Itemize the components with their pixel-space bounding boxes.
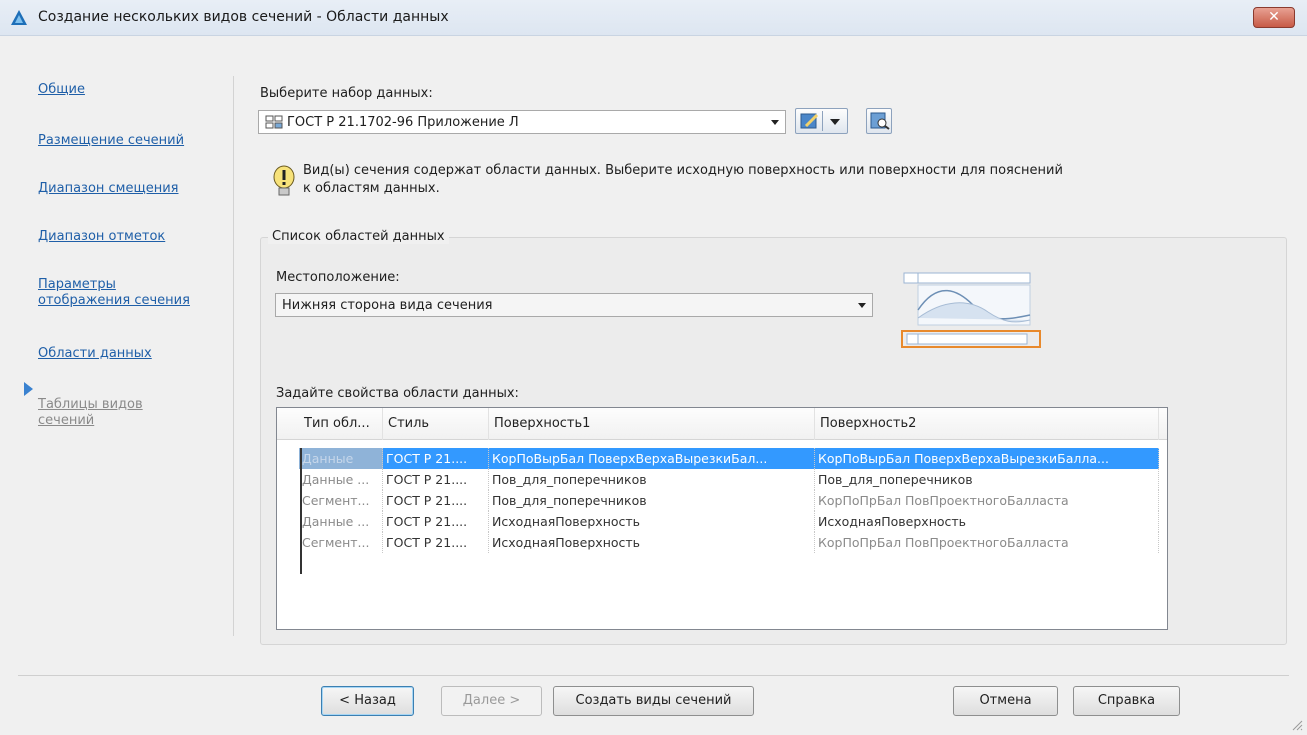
location-value: Нижняя сторона вида сечения: [282, 297, 493, 313]
nav-item-display-options-line1[interactable]: Параметры: [38, 276, 116, 293]
cell-style[interactable]: ГОСТ Р 21....: [383, 511, 489, 532]
cell-surface2[interactable]: ИсходнаяПоверхность: [815, 511, 1159, 532]
cell-type: Сегмент...: [299, 490, 383, 511]
civil3d-app-icon: [11, 10, 27, 25]
cell-surface1[interactable]: КорПоВырБал ПоверхВерхаВырезкиБал...: [489, 448, 815, 469]
chevron-down-icon: [858, 303, 866, 308]
info-text-line1: Вид(ы) сечения содержат области данных. …: [303, 163, 1063, 178]
table-row[interactable]: Данные ... ГОСТ Р 21.... Пов_для_попереч…: [277, 469, 1167, 490]
dialog-window: Создание нескольких видов сечений - Обла…: [0, 0, 1307, 735]
nav-divider: [233, 76, 234, 636]
cell-surface1[interactable]: Пов_для_поперечников: [489, 469, 815, 490]
chevron-down-icon: [771, 120, 779, 125]
dataset-value: ГОСТ Р 21.1702-96 Приложение Л: [287, 114, 519, 130]
create-section-views-button[interactable]: Создать виды сечений: [553, 686, 754, 716]
column-header-style[interactable]: Стиль: [383, 408, 489, 440]
location-label: Местоположение:: [276, 270, 400, 285]
column-header-type[interactable]: Тип обл...: [299, 408, 383, 440]
back-button[interactable]: < Назад: [321, 686, 414, 716]
table-row[interactable]: Данные ГОСТ Р 21.... КорПоВырБал ПоверхВ…: [277, 448, 1167, 469]
cell-style[interactable]: ГОСТ Р 21....: [383, 469, 489, 490]
cell-surface1[interactable]: ИсходнаяПоверхность: [489, 532, 815, 553]
nav-item-general[interactable]: Общие: [38, 81, 85, 98]
bottom-divider: [18, 675, 1289, 676]
dataset-icon: [265, 115, 283, 129]
cell-surface2[interactable]: КорПоПрБал ПовПроектногоБалласта: [815, 532, 1159, 553]
table-header: Тип обл... Стиль Поверхность1 Поверхност…: [277, 408, 1167, 440]
nav-item-elevation-range[interactable]: Диапазон отметок: [38, 228, 165, 245]
column-header-surface2[interactable]: Поверхность2: [815, 408, 1159, 440]
column-header-surface1[interactable]: Поверхность1: [489, 408, 815, 440]
close-button[interactable]: ✕: [1253, 7, 1295, 28]
row-marker: [300, 448, 302, 574]
location-select[interactable]: Нижняя сторона вида сечения: [275, 293, 873, 317]
current-step-arrow-icon: [24, 382, 33, 396]
table-body: Данные ГОСТ Р 21.... КорПоВырБал ПоверхВ…: [277, 448, 1167, 553]
cell-surface2[interactable]: КорПоПрБал ПовПроектногоБалласта: [815, 490, 1159, 511]
info-text-line2: к областям данных.: [303, 181, 440, 196]
cell-surface1[interactable]: ИсходнаяПоверхность: [489, 511, 815, 532]
band-properties-label: Задайте свойства области данных:: [276, 386, 519, 401]
cell-style[interactable]: ГОСТ Р 21....: [383, 532, 489, 553]
data-bands-table[interactable]: Тип обл... Стиль Поверхность1 Поверхност…: [276, 407, 1168, 630]
cancel-button[interactable]: Отмена: [953, 686, 1058, 716]
resize-grip-icon[interactable]: [1291, 719, 1303, 731]
cell-type: Данные: [299, 448, 383, 469]
nav-item-data-bands[interactable]: Области данных: [38, 345, 152, 362]
nav-item-section-tables-line1: Таблицы видов: [38, 397, 143, 412]
table-row[interactable]: Данные ... ГОСТ Р 21.... ИсходнаяПоверхн…: [277, 511, 1167, 532]
group-title: Список областей данных: [268, 229, 449, 244]
cell-style[interactable]: ГОСТ Р 21....: [383, 448, 489, 469]
cell-type: Сегмент...: [299, 532, 383, 553]
nav-item-offset-range[interactable]: Диапазон смещения: [38, 180, 179, 197]
cell-type: Данные ...: [299, 469, 383, 490]
title-bar: Создание нескольких видов сечений - Обла…: [0, 0, 1307, 36]
chevron-down-icon: [830, 119, 840, 125]
table-row[interactable]: Сегмент... ГОСТ Р 21.... ИсходнаяПоверхн…: [277, 532, 1167, 553]
nav-item-section-placement[interactable]: Размещение сечений: [38, 132, 184, 149]
nav-item-display-options-line2[interactable]: отображения сечения: [38, 292, 190, 309]
window-title: Создание нескольких видов сечений - Обла…: [38, 9, 449, 25]
next-button[interactable]: Далее >: [441, 686, 542, 716]
preview-dataset-button[interactable]: [866, 108, 892, 134]
cell-style[interactable]: ГОСТ Р 21....: [383, 490, 489, 511]
table-row[interactable]: Сегмент... ГОСТ Р 21.... Пов_для_попереч…: [277, 490, 1167, 511]
nav-item-section-tables-line2: сечений: [38, 413, 95, 428]
edit-dataset-button[interactable]: [795, 108, 848, 134]
preview-icon: [870, 112, 890, 130]
lightbulb-warning-icon: [273, 165, 295, 196]
dataset-label: Выберите набор данных:: [260, 86, 433, 101]
band-location-preview-icon: [901, 272, 1041, 348]
cell-surface2[interactable]: КорПоВырБал ПоверхВерхаВырезкиБалла...: [815, 448, 1159, 469]
dataset-select[interactable]: ГОСТ Р 21.1702-96 Приложение Л: [258, 110, 786, 134]
cell-surface2[interactable]: Пов_для_поперечников: [815, 469, 1159, 490]
cell-type: Данные ...: [299, 511, 383, 532]
help-button[interactable]: Справка: [1073, 686, 1180, 716]
edit-icon: [800, 113, 819, 129]
cell-surface1[interactable]: Пов_для_поперечников: [489, 490, 815, 511]
